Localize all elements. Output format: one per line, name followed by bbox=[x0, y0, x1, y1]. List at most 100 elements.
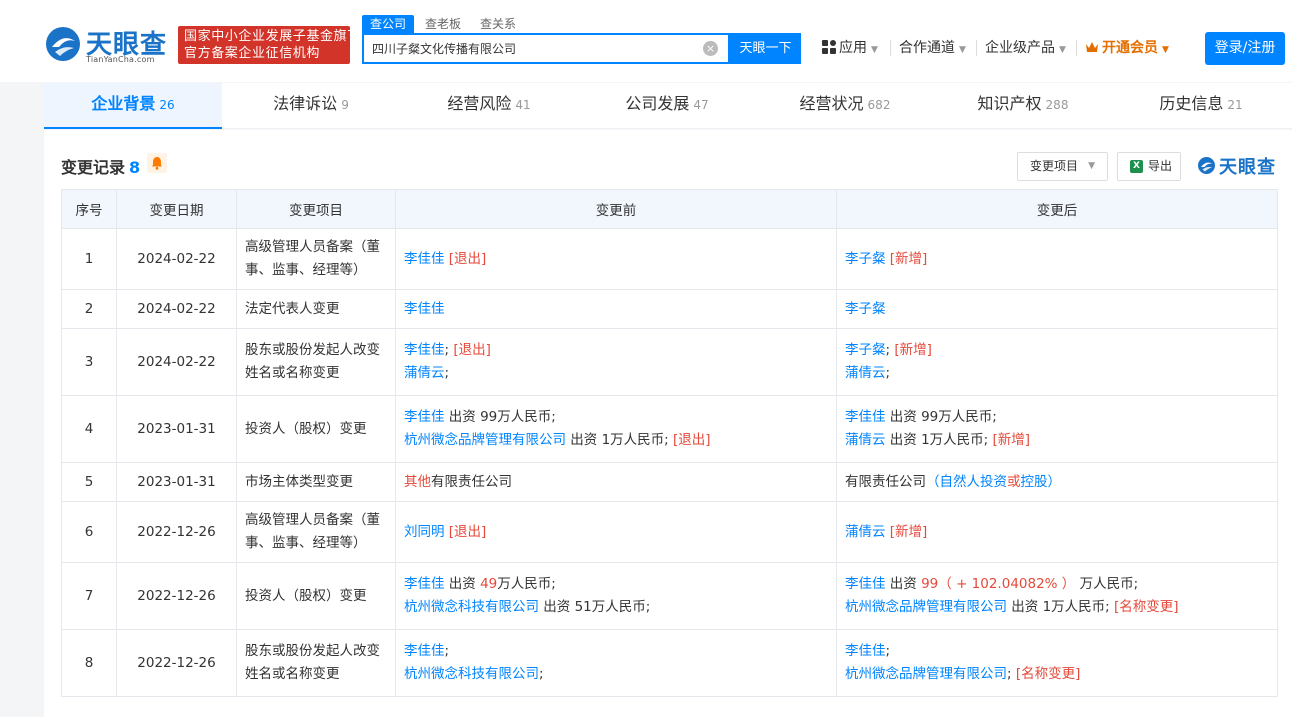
entity-link[interactable]: 刘同明 bbox=[404, 524, 445, 540]
change-tag: [退出] bbox=[673, 432, 711, 448]
entity-link[interactable]: 杭州微念品牌管理有限公司 bbox=[404, 432, 566, 448]
cell-index: 5 bbox=[61, 462, 117, 502]
cell-before: 李佳佳 出资 49万人民币; 杭州微念科技有限公司 出资 51万人民币; bbox=[395, 562, 837, 630]
tab-ip[interactable]: 知识产权 288 bbox=[934, 83, 1112, 129]
cell-change-item: 投资人（股权）变更 bbox=[236, 395, 396, 463]
chevron-down-icon: ▼ bbox=[1088, 161, 1095, 171]
cell-before: 李佳佳; [退出] 蒲倩云; bbox=[395, 328, 837, 396]
change-line: 其他有限责任公司 bbox=[404, 471, 828, 494]
cell-index: 3 bbox=[61, 328, 117, 396]
tab-label: 法律诉讼 bbox=[273, 94, 338, 113]
nav-divider bbox=[976, 40, 977, 56]
search-tab-relation[interactable]: 查关系 bbox=[472, 15, 524, 33]
change-line: 李佳佳 出资 49万人民币; bbox=[404, 573, 828, 596]
change-tag: [新增] bbox=[894, 342, 932, 358]
entity-link[interactable]: 李佳佳 bbox=[845, 576, 886, 592]
cell-change-item: 投资人（股权）变更 bbox=[236, 562, 396, 630]
table-row: 3 2024-02-22 股东或股份发起人改变姓名或名称变更 李佳佳; [退出] 蒲倩云… bbox=[61, 328, 1278, 396]
cell-before: 李佳佳 [退出] bbox=[395, 228, 837, 290]
cell-index: 7 bbox=[61, 562, 117, 630]
search-button[interactable]: 天眼一下 bbox=[730, 33, 801, 64]
tab-history[interactable]: 历史信息 21 bbox=[1112, 83, 1290, 129]
change-line: 杭州微念科技有限公司; bbox=[404, 663, 828, 686]
excel-icon: X bbox=[1130, 160, 1143, 173]
change-text: 出资 99万人民币; bbox=[444, 409, 556, 425]
entity-link[interactable]: 李佳佳 bbox=[404, 576, 445, 592]
cell-index: 8 bbox=[61, 629, 117, 697]
change-text: 出资 1万人民币; bbox=[885, 432, 993, 448]
cell-before: 其他有限责任公司 bbox=[395, 462, 837, 502]
table-row: 5 2023-01-31 市场主体类型变更 其他有限责任公司 有限责任公司（自然人投资或… bbox=[61, 462, 1278, 502]
login-register-button[interactable]: 登录/注册 bbox=[1205, 32, 1285, 65]
monitor-bell-button[interactable] bbox=[147, 153, 167, 173]
nav-enterprise[interactable]: 企业级产品 ▼ bbox=[985, 38, 1066, 58]
entity-link[interactable]: 控股） bbox=[1021, 474, 1062, 490]
entity-link[interactable]: 李佳佳 bbox=[404, 251, 445, 267]
entity-link[interactable]: 蒲倩云 bbox=[845, 432, 886, 448]
entity-link[interactable]: 李子粲 bbox=[845, 301, 886, 317]
entity-link[interactable]: 李佳佳 bbox=[845, 409, 886, 425]
change-line: 李子粲 [新增] bbox=[845, 248, 1269, 271]
change-tag: [退出] bbox=[444, 250, 487, 267]
tab-development[interactable]: 公司发展 47 bbox=[578, 83, 756, 129]
cell-after: 李子粲; [新增] 蒲倩云; bbox=[836, 328, 1278, 396]
entity-link[interactable]: 李佳佳 bbox=[404, 409, 445, 425]
export-button[interactable]: X 导出 bbox=[1117, 152, 1181, 181]
change-item-filter[interactable]: 变更项目 ▼ bbox=[1017, 152, 1108, 181]
entity-link[interactable]: 李子粲 bbox=[845, 251, 886, 267]
change-text: 有限责任公司 bbox=[431, 473, 512, 490]
search-input[interactable] bbox=[364, 35, 694, 62]
cell-change-item: 高级管理人员备案（董事、监事、经理等） bbox=[236, 228, 396, 290]
change-line: 刘同明 [退出] bbox=[404, 521, 828, 544]
change-line: 杭州微念品牌管理有限公司; [名称变更] bbox=[845, 663, 1269, 686]
change-text: ; bbox=[444, 643, 450, 659]
entity-link[interactable]: 李子粲 bbox=[845, 342, 886, 358]
tab-label: 公司发展 bbox=[625, 94, 690, 113]
tianyancha-logo[interactable]: 天眼查 TianYanCha.com bbox=[44, 24, 172, 64]
search-tab-boss[interactable]: 查老板 bbox=[417, 15, 469, 33]
change-line: 蒲倩云 [新增] bbox=[845, 521, 1269, 544]
crown-icon bbox=[1086, 42, 1098, 52]
entity-link[interactable]: 李佳佳 bbox=[404, 342, 445, 358]
clear-icon[interactable]: × bbox=[703, 41, 718, 56]
cell-date: 2023-01-31 bbox=[116, 395, 237, 463]
entity-link[interactable]: 蒲倩云 bbox=[404, 365, 445, 381]
tab-business-risk[interactable]: 经营风险 41 bbox=[400, 83, 578, 129]
entity-link[interactable]: 李佳佳 bbox=[845, 643, 886, 659]
change-line: 杭州微念品牌管理有限公司 出资 1万人民币; [名称变更] bbox=[845, 596, 1269, 619]
entity-link[interactable]: 蒲倩云 bbox=[845, 524, 886, 540]
change-line: 李佳佳; bbox=[845, 640, 1269, 663]
change-tag: [新增] bbox=[885, 523, 928, 540]
entity-link[interactable]: 杭州微念品牌管理有限公司 bbox=[845, 666, 1007, 682]
entity-link[interactable]: 杭州微念科技有限公司 bbox=[404, 666, 539, 682]
change-line: 李佳佳 bbox=[404, 298, 828, 321]
small-logo-text: 天眼查 bbox=[1219, 157, 1276, 178]
section-count: 8 bbox=[129, 158, 141, 177]
tab-enterprise-background[interactable]: 企业背景 26 bbox=[44, 83, 222, 129]
entity-link[interactable]: 蒲倩云 bbox=[845, 365, 886, 381]
entity-link[interactable]: （自然人投资 bbox=[926, 474, 1007, 490]
tab-operations[interactable]: 经营状况 682 bbox=[756, 83, 934, 129]
header-index: 序号 bbox=[61, 189, 117, 229]
nav-apps[interactable]: 应用 ▼ bbox=[822, 38, 878, 58]
cell-change-item: 股东或股份发起人改变姓名或名称变更 bbox=[236, 328, 396, 396]
change-text: 出资 bbox=[444, 576, 481, 592]
top-header: 天眼查 TianYanCha.com 国家中小企业发展子基金旗下 官方备案企业征… bbox=[0, 0, 1292, 82]
header-date: 变更日期 bbox=[116, 189, 237, 229]
nav-enterprise-label: 企业级产品 bbox=[985, 40, 1055, 56]
nav-cooperation[interactable]: 合作通道 ▼ bbox=[899, 38, 966, 58]
search-tab-company[interactable]: 查公司 bbox=[362, 15, 415, 33]
cell-change-item: 股东或股份发起人改变姓名或名称变更 bbox=[236, 629, 396, 697]
entity-link[interactable]: 杭州微念科技有限公司 bbox=[404, 599, 539, 615]
cell-after: 蒲倩云 [新增] bbox=[836, 501, 1278, 563]
change-tag: [新增] bbox=[885, 250, 928, 267]
change-records-table: 序号 变更日期 变更项目 变更前 变更后 1 2024-02-22 高级管理人员备案… bbox=[61, 189, 1278, 697]
change-line: 李子粲 bbox=[845, 298, 1269, 321]
change-tag: [新增] bbox=[992, 432, 1031, 448]
tab-legal[interactable]: 法律诉讼 9 bbox=[222, 83, 400, 129]
entity-link[interactable]: 李佳佳 bbox=[404, 643, 445, 659]
table-row: 8 2022-12-26 股东或股份发起人改变姓名或名称变更 李佳佳; 杭州微念科技有限… bbox=[61, 629, 1278, 697]
entity-link[interactable]: 杭州微念品牌管理有限公司 bbox=[845, 599, 1007, 615]
nav-vip[interactable]: 开通会员 ▼ bbox=[1085, 38, 1169, 58]
entity-link[interactable]: 李佳佳 bbox=[404, 301, 445, 317]
